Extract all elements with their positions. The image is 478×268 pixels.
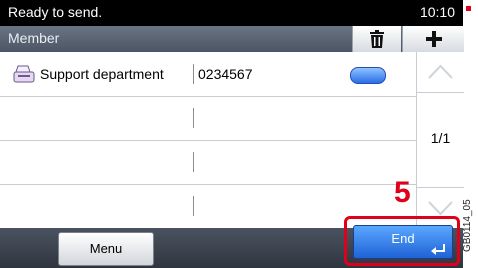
clock: 10:10 — [419, 4, 455, 20]
end-button-highlight: End — [344, 216, 460, 266]
screen-title: Member — [8, 30, 60, 46]
trash-icon — [370, 30, 384, 48]
column-divider — [193, 64, 194, 84]
plus-icon — [425, 31, 442, 47]
column-divider — [193, 152, 194, 172]
more-oval-icon[interactable] — [350, 67, 386, 84]
chevron-up-icon — [428, 64, 453, 79]
member-name: Support department — [40, 66, 164, 82]
end-button-label: End — [391, 231, 415, 246]
list-item[interactable]: Support department 0234567 — [0, 52, 416, 97]
add-button[interactable] — [402, 26, 464, 52]
list-item[interactable] — [0, 96, 416, 141]
member-list: Support department 0234567 — [0, 52, 416, 228]
scrollbar[interactable]: 1/1 — [416, 52, 464, 228]
delete-button[interactable] — [352, 26, 401, 52]
scroll-up-button[interactable] — [417, 52, 464, 93]
status-bar: Ready to send. 10:10 — [0, 0, 463, 26]
menu-button[interactable]: Menu — [58, 232, 154, 266]
enter-icon — [431, 244, 445, 255]
member-number: 0234567 — [198, 66, 253, 82]
figure-code: GB0114_05 — [462, 199, 473, 252]
end-button[interactable]: End — [353, 225, 453, 259]
page-indicator: 1/1 — [430, 130, 451, 146]
list-item[interactable] — [0, 140, 416, 185]
fax-machine-icon — [13, 65, 35, 83]
step-number: 5 — [394, 176, 411, 209]
column-divider — [193, 108, 194, 128]
status-message: Ready to send. — [8, 4, 103, 20]
column-divider — [193, 196, 194, 216]
corner-mark — [466, 6, 471, 11]
